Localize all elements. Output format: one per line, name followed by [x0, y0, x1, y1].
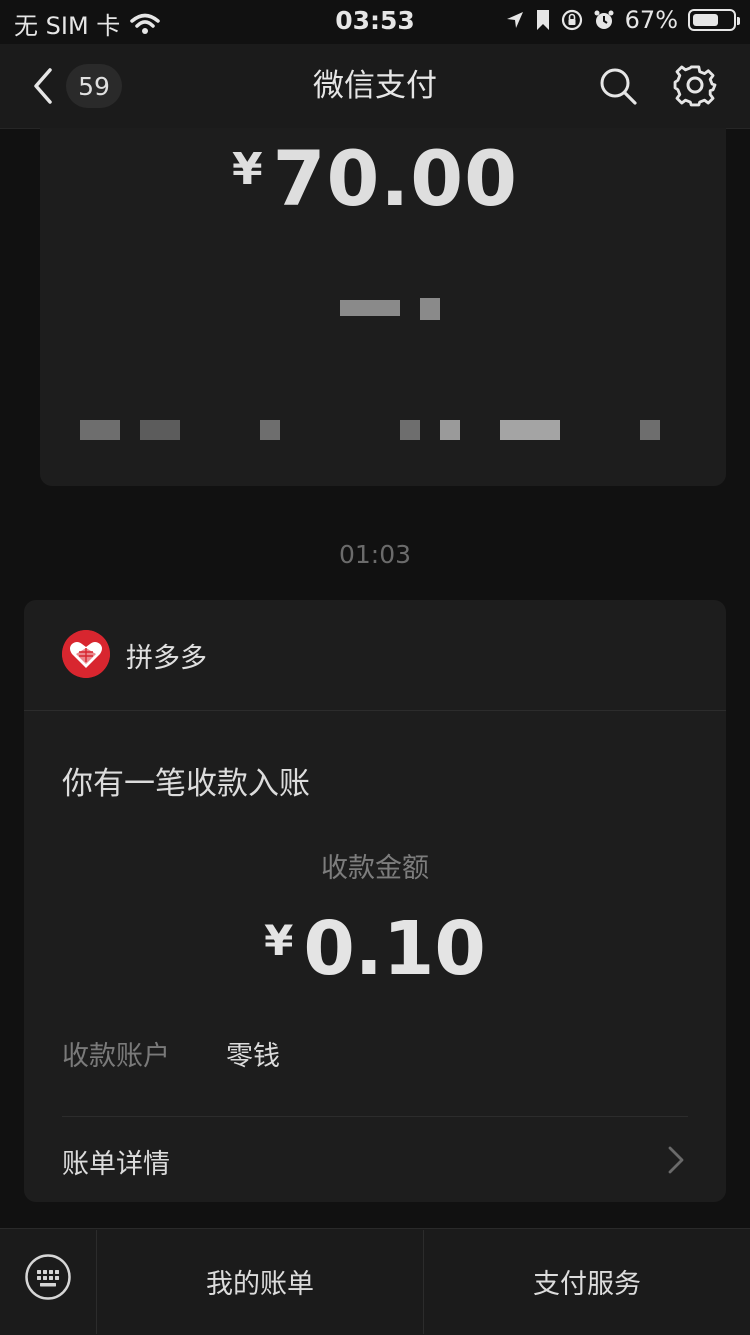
status-bar: 无 SIM 卡 03:53 67%: [0, 0, 750, 44]
nav-bar: 59 微信支付: [0, 44, 750, 129]
redacted-block: [400, 420, 420, 440]
status-icons: 67%: [505, 6, 740, 34]
alarm-icon: [594, 10, 614, 29]
battery-percent: 67%: [624, 6, 678, 34]
account-label: 收款账户: [62, 1041, 170, 1072]
currency-symbol: ¥: [231, 144, 263, 195]
amount-value: 70.00: [272, 134, 519, 223]
details-divider: [62, 1116, 688, 1117]
previous-amount: ¥70.00: [0, 134, 750, 223]
bill-details-link[interactable]: 账单详情: [62, 1142, 170, 1181]
tab-payment-services[interactable]: 支付服务: [424, 1228, 750, 1334]
redacted-block: [80, 420, 120, 440]
redacted-block: [440, 420, 460, 440]
bookmark-icon: [536, 10, 549, 30]
battery-icon: [688, 9, 740, 31]
received-amount: ¥0.10: [0, 906, 750, 992]
redacted-block: [500, 420, 560, 440]
gear-icon[interactable]: [672, 62, 718, 108]
redacted-block: [140, 420, 180, 440]
orientation-lock-icon: [561, 9, 582, 31]
search-icon[interactable]: [596, 64, 640, 108]
message-timestamp: 01:03: [338, 540, 412, 569]
amount-label: 收款金额: [321, 853, 429, 884]
account-value: 零钱: [226, 1041, 280, 1072]
redacted-block: [640, 420, 660, 440]
amount-value: 0.10: [303, 906, 486, 992]
keyboard-icon[interactable]: [24, 1253, 72, 1301]
redacted-block: [260, 420, 280, 440]
currency-symbol: ¥: [264, 916, 294, 965]
receipt-headline: 你有一笔收款入账: [62, 766, 310, 802]
tab-my-bills[interactable]: 我的账单: [97, 1228, 423, 1334]
redacted-block: [340, 300, 400, 316]
receipt-card[interactable]: [24, 600, 726, 1202]
merchant-name: 拼多多: [126, 643, 207, 674]
card-divider: [24, 710, 726, 711]
chevron-right-icon[interactable]: [664, 1144, 688, 1176]
redacted-block: [420, 298, 440, 320]
battery-level: [693, 14, 718, 26]
location-arrow-icon: [506, 12, 523, 28]
pinduoduo-logo: [62, 630, 110, 678]
